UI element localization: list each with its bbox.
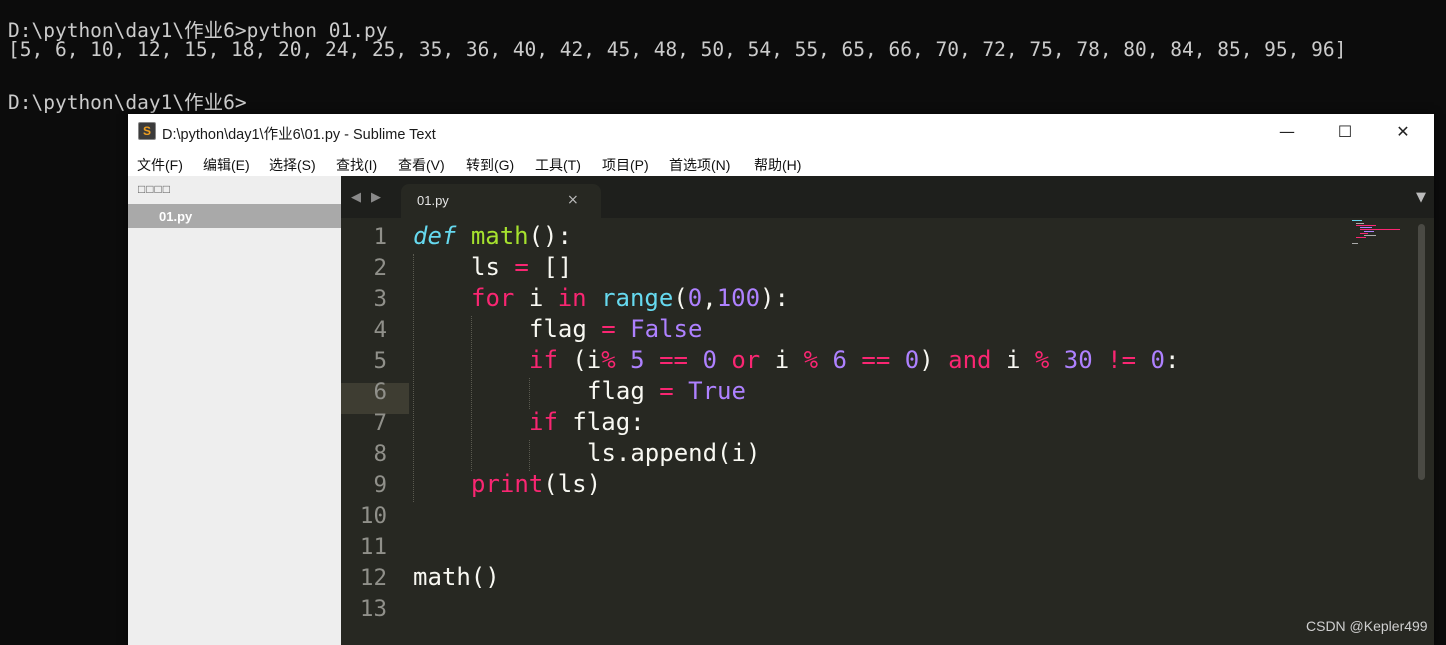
- watermark-text: CSDN @Kepler499: [1306, 618, 1428, 634]
- title-bar[interactable]: S D:\python\day1\作业6\01.py - Sublime Tex…: [128, 114, 1434, 150]
- line-number: 11: [359, 534, 387, 560]
- vertical-scrollbar[interactable]: [1418, 224, 1425, 480]
- minimap-line: [1352, 220, 1362, 221]
- maximize-button[interactable]: ☐: [1316, 114, 1374, 150]
- sublime-app-icon[interactable]: S: [138, 122, 156, 140]
- minimap[interactable]: [1352, 220, 1402, 246]
- code-line-12: math(): [413, 563, 500, 591]
- minimap-line: [1360, 229, 1400, 230]
- line-number-gutter: 1 2 3 4 5 6 7 8 9 10 11 12 13: [341, 218, 409, 645]
- menu-edit[interactable]: 编辑(E): [203, 155, 250, 175]
- line-number: 10: [359, 503, 387, 529]
- tab-01py[interactable]: 01.py ×: [401, 184, 601, 218]
- menu-selection[interactable]: 选择(S): [269, 155, 316, 175]
- terminal-output-line: [5, 6, 10, 12, 15, 18, 20, 24, 25, 35, 3…: [8, 38, 1347, 61]
- code-line-4: flag = False: [529, 315, 703, 343]
- menu-tools[interactable]: 工具(T): [535, 155, 581, 175]
- minimap-line: [1356, 223, 1364, 224]
- menu-project[interactable]: 项目(P): [602, 155, 649, 175]
- line-number: 6: [373, 379, 387, 405]
- tab-dropdown-icon[interactable]: ▼: [1416, 190, 1426, 205]
- code-line-8: ls.append(i): [587, 439, 761, 467]
- window-title: D:\python\day1\作业6\01.py - Sublime Text: [162, 127, 436, 143]
- tab-close-icon[interactable]: ×: [567, 192, 579, 208]
- sidebar-header: □□□□: [138, 182, 171, 196]
- sidebar: □□□□ 01.py: [128, 176, 341, 645]
- code-line-5: if (i% 5 == 0 or i % 6 == 0) and i % 30 …: [529, 346, 1180, 374]
- tab-nav-left-icon[interactable]: ◀: [351, 190, 361, 205]
- indent-guide: [471, 316, 472, 471]
- tab-label: 01.py: [417, 193, 449, 208]
- minimap-line: [1364, 235, 1376, 236]
- code-line-2: ls = []: [471, 253, 573, 281]
- line-number: 7: [373, 410, 387, 436]
- indent-guide: [413, 254, 414, 502]
- code-line-1: def math():: [413, 222, 572, 250]
- menu-file[interactable]: 文件(F): [137, 155, 183, 175]
- menu-preferences[interactable]: 首选项(N): [669, 155, 730, 175]
- sidebar-item-label: 01.py: [159, 209, 193, 224]
- sidebar-item-01py[interactable]: 01.py: [128, 204, 341, 228]
- minimap-line: [1364, 231, 1374, 232]
- sublime-window: S D:\python\day1\作业6\01.py - Sublime Tex…: [128, 114, 1434, 645]
- line-number: 13: [359, 596, 387, 622]
- minimize-button[interactable]: —: [1258, 114, 1316, 150]
- tab-nav-right-icon[interactable]: ▶: [371, 190, 381, 205]
- code-line-6: flag = True: [587, 377, 746, 405]
- terminal-prompt-line[interactable]: D:\python\day1\作业6>: [8, 86, 247, 115]
- menu-view[interactable]: 查看(V): [398, 155, 445, 175]
- line-number: 4: [373, 317, 387, 343]
- line-number: 5: [373, 348, 387, 374]
- minimap-line: [1352, 243, 1358, 244]
- line-number: 2: [373, 255, 387, 281]
- minimap-line: [1356, 237, 1366, 238]
- indent-guide: [529, 378, 530, 409]
- indent-guide: [529, 440, 530, 471]
- minimap-line: [1356, 225, 1376, 226]
- line-number: 8: [373, 441, 387, 467]
- line-number: 1: [373, 224, 387, 250]
- code-line-3: for i in range(0,100):: [471, 284, 789, 312]
- code-line-7: if flag:: [529, 408, 645, 436]
- tab-bar: ◀ ▶ 01.py × ▼: [341, 176, 1434, 218]
- code-line-9: print(ls): [471, 470, 602, 498]
- line-number: 12: [359, 565, 387, 591]
- code-editor[interactable]: 1 2 3 4 5 6 7 8 9 10 11 12 13 def math()…: [341, 218, 1434, 645]
- close-button[interactable]: ✕: [1374, 114, 1432, 150]
- line-number: 9: [373, 472, 387, 498]
- menu-bar: 文件(F) 编辑(E) 选择(S) 查找(I) 查看(V) 转到(G) 工具(T…: [128, 150, 1434, 176]
- menu-find[interactable]: 查找(I): [336, 155, 377, 175]
- line-number: 3: [373, 286, 387, 312]
- minimap-line: [1360, 227, 1372, 228]
- menu-goto[interactable]: 转到(G): [466, 155, 514, 175]
- menu-help[interactable]: 帮助(H): [754, 155, 801, 175]
- minimap-line: [1360, 233, 1368, 234]
